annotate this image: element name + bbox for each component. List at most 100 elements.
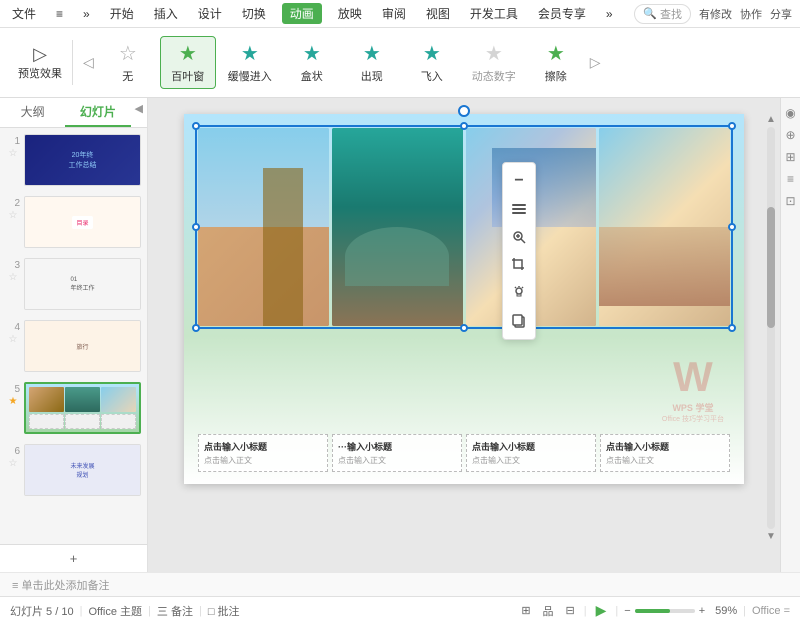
text-box-4[interactable]: 点击输入小标题 点击输入正文	[600, 434, 730, 472]
menu-review[interactable]: 审阅	[378, 3, 410, 24]
slide-thumb-3[interactable]: 01年终工作	[24, 258, 141, 310]
scroll-thumb[interactable]	[767, 207, 775, 328]
animation-fade[interactable]: ★ 缓慢进入	[220, 37, 280, 88]
preview-button[interactable]: ▷ 预览效果	[8, 40, 73, 85]
search-label: 查找	[660, 6, 682, 22]
text-box-2-title: ···输入小标题	[338, 440, 456, 453]
zoom-slider[interactable]	[635, 609, 695, 613]
slide-star-1[interactable]: ☆	[9, 148, 18, 159]
slide-info: 幻灯片 5 / 10	[10, 603, 74, 619]
slide-list: 1 ☆ 20年终工作总结 2 ☆ 目录	[0, 128, 147, 544]
animation-box[interactable]: ★ 盒状	[284, 37, 340, 88]
slide-item-1[interactable]: 1 ☆ 20年终工作总结	[4, 132, 143, 188]
text-box-3-body: 点击输入正文	[472, 455, 590, 466]
modify-icon[interactable]: 有修改	[699, 6, 732, 22]
slide-item-3[interactable]: 3 ☆ 01年终工作	[4, 256, 143, 312]
right-icon-5[interactable]: ⊡	[785, 194, 795, 208]
share-icon[interactable]: 分享	[770, 6, 792, 22]
slide-canvas[interactable]: 点击输入小标题 点击输入正文 ···输入小标题 点击输入正文 点击输入小标题 点…	[184, 114, 744, 484]
menu-view[interactable]: 视图	[422, 3, 454, 24]
menu-more1[interactable]: »	[79, 5, 94, 23]
menu-member[interactable]: 会员专享	[534, 3, 590, 24]
scroll-up-btn[interactable]: ▲	[766, 114, 776, 125]
animation-appear[interactable]: ★ 出现	[344, 37, 400, 88]
tab-outline[interactable]: 大纲	[0, 98, 65, 127]
slide-star-3[interactable]: ☆	[9, 272, 18, 283]
slide-star-6[interactable]: ☆	[9, 458, 18, 469]
menu-more2[interactable]: »	[602, 5, 617, 23]
menu-file[interactable]: 文件	[8, 3, 40, 24]
play-button[interactable]: ▶	[593, 601, 610, 620]
collapse-panel-btn[interactable]: ◀	[131, 98, 147, 127]
right-icon-1[interactable]: ◉	[785, 106, 795, 120]
main-area: 大纲 幻灯片 ◀ 1 ☆ 20年终工作总结	[0, 98, 800, 572]
menu-switch[interactable]: 切换	[238, 3, 270, 24]
text-box-2[interactable]: ···输入小标题 点击输入正文	[332, 434, 462, 472]
animation-wipe[interactable]: ★ 擦除	[528, 37, 584, 88]
float-layers-btn[interactable]	[503, 195, 535, 223]
add-slide-button[interactable]: +	[0, 544, 147, 572]
menu-animation[interactable]: 动画	[282, 3, 322, 24]
right-icon-2[interactable]: ⊕	[785, 128, 795, 142]
animation-none[interactable]: ☆ 无	[100, 37, 156, 88]
menu-devtools[interactable]: 开发工具	[466, 3, 522, 24]
float-zoom-btn[interactable]	[503, 223, 535, 251]
menu-design[interactable]: 设计	[194, 3, 226, 24]
scroll-track	[767, 127, 775, 529]
wps-logo: W	[662, 353, 724, 401]
office-label: Office =	[752, 605, 790, 617]
animation-dynamic[interactable]: ★ 动态数字	[464, 37, 524, 88]
text-box-1[interactable]: 点击输入小标题 点击输入正文	[198, 434, 328, 472]
slide-thumb-4[interactable]: 旅行	[24, 320, 141, 372]
toolbar-nav-right[interactable]: ▷	[588, 52, 603, 73]
right-icon-4[interactable]: ≡	[787, 172, 794, 186]
notes-btn[interactable]: 三 备注	[157, 603, 193, 619]
animation-fly[interactable]: ★ 飞入	[404, 37, 460, 88]
scroll-down-btn[interactable]: ▼	[766, 531, 776, 542]
menu-start[interactable]: 开始	[106, 3, 138, 24]
title-bar: 文件 ≡ » 开始 插入 设计 切换 动画 放映 审阅 视图 开发工具 会员专享…	[0, 0, 800, 28]
slide-thumb-6[interactable]: 未来发展规划	[24, 444, 141, 496]
slide-star-2[interactable]: ☆	[9, 210, 18, 221]
slide-thumb-1[interactable]: 20年终工作总结	[24, 134, 141, 186]
zoom-level[interactable]: 59%	[709, 605, 737, 617]
comments-btn[interactable]: □ 批注	[208, 603, 240, 619]
slide-star-5[interactable]: ★	[9, 396, 18, 407]
blind-icon: ★	[179, 41, 197, 66]
slide-item-4[interactable]: 4 ☆ 旅行	[4, 318, 143, 374]
slide-item-2[interactable]: 2 ☆ 目录	[4, 194, 143, 250]
preview-icon: ▷	[33, 44, 47, 65]
float-light-btn[interactable]	[503, 279, 535, 307]
search-icon: 🔍	[643, 7, 657, 20]
slide-star-4[interactable]: ☆	[9, 334, 18, 345]
animation-blind[interactable]: ★ 百叶窗	[160, 36, 216, 89]
menu-insert[interactable]: 插入	[150, 3, 182, 24]
float-copy-btn[interactable]	[503, 307, 535, 335]
image-group[interactable]	[198, 128, 730, 326]
view-reading-btn[interactable]: ⊟	[563, 603, 578, 618]
menu-play[interactable]: 放映	[334, 3, 366, 24]
slide-item-6[interactable]: 6 ☆ 未来发展规划	[4, 442, 143, 498]
collab-icon[interactable]: 协作	[740, 6, 762, 22]
notes-placeholder[interactable]: ≡ 单击此处添加备注	[12, 577, 109, 593]
lightbulb-icon	[511, 285, 527, 301]
view-normal-btn[interactable]: ⊞	[518, 603, 533, 618]
tab-slides[interactable]: 幻灯片	[65, 98, 130, 127]
float-crop-btn[interactable]	[503, 251, 535, 279]
right-icon-3[interactable]: ⊞	[785, 150, 795, 164]
text-box-3[interactable]: 点击输入小标题 点击输入正文	[466, 434, 596, 472]
theme-info[interactable]: Office 主题	[88, 603, 142, 619]
slide-item-5[interactable]: 5 ★	[4, 380, 143, 436]
image-2	[332, 128, 463, 326]
slide-thumb-5[interactable]	[24, 382, 141, 434]
layers-icon	[511, 201, 527, 217]
view-grid-btn[interactable]: 品	[540, 602, 557, 620]
status-right: ⊞ 品 ⊟ | ▶ | − + 59% | Office =	[518, 601, 790, 620]
float-minus-btn[interactable]: −	[503, 167, 535, 195]
zoom-in-btn[interactable]: +	[699, 605, 705, 617]
search-box[interactable]: 🔍 查找	[634, 4, 691, 24]
zoom-out-btn[interactable]: −	[624, 605, 630, 617]
menu-icon[interactable]: ≡	[52, 5, 67, 23]
toolbar-nav-left[interactable]: ◁	[81, 52, 96, 73]
slide-thumb-2[interactable]: 目录	[24, 196, 141, 248]
